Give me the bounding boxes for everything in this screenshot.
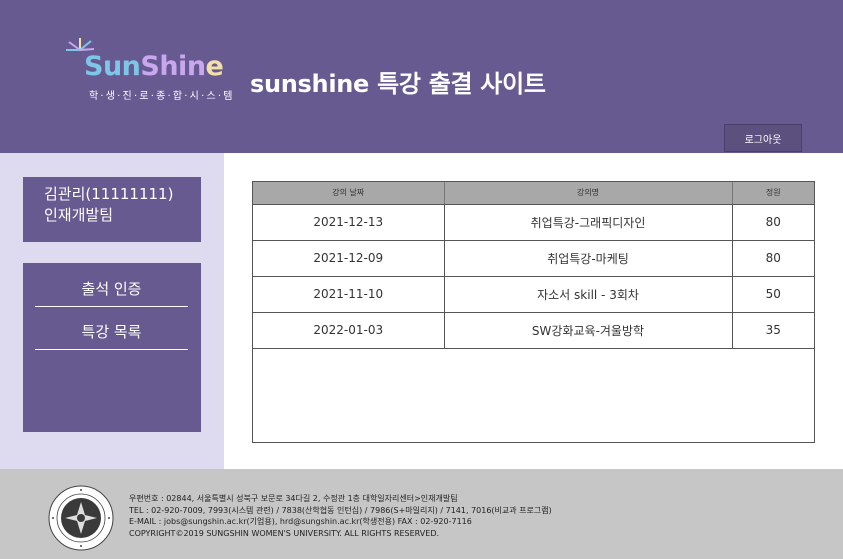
footer-info: 우편번호 : 02844, 서울특별시 성북구 보문로 34다길 2, 수정관 … [129, 493, 552, 539]
lecture-date: 2022-01-03 [253, 312, 445, 349]
university-seal-icon [48, 485, 114, 551]
sidebar-item-lecture-list[interactable]: 특강 목록 [35, 314, 188, 350]
logo-subtitle: 학·생·진·로·종·합·시·스·템 [89, 91, 235, 102]
logout-button[interactable]: 로그아웃 [724, 124, 802, 152]
table-row[interactable]: 2022-01-03 SW강화교육-겨울방학 35 [253, 312, 814, 349]
lecture-table-container: 강의 날짜 강의명 정원 2021-12-13 취업특강-그래픽디자인 80 2… [252, 181, 815, 443]
lecture-capacity: 80 [732, 204, 814, 241]
lecture-table: 강의 날짜 강의명 정원 2021-12-13 취업특강-그래픽디자인 80 2… [253, 182, 814, 349]
table-row[interactable]: 2021-11-10 자소서 skill - 3회차 50 [253, 276, 814, 313]
footer-address: 우편번호 : 02844, 서울특별시 성북구 보문로 34다길 2, 수정관 … [129, 494, 458, 503]
sidebar: 김관리(11111111) 인재개발팀 출석 인증 특강 목록 [0, 153, 224, 469]
lecture-date: 2021-11-10 [253, 276, 445, 313]
main-content: 강의 날짜 강의명 정원 2021-12-13 취업특강-그래픽디자인 80 2… [224, 153, 843, 469]
lecture-name[interactable]: 취업특강-그래픽디자인 [444, 204, 733, 241]
site-footer: 우편번호 : 02844, 서울특별시 성북구 보문로 34다길 2, 수정관 … [0, 469, 843, 559]
lecture-name[interactable]: 자소서 skill - 3회차 [444, 276, 733, 313]
sunshine-logo[interactable]: SunShine 학·생·진·로·종·합·시·스·템 [60, 36, 232, 106]
footer-copyright: COPYRIGHT©2019 SUNGSHIN WOMEN'S UNIVERSI… [129, 528, 440, 538]
column-header-date: 강의 날짜 [253, 182, 445, 205]
page-title: sunshine 특강 출결 사이트 [250, 70, 546, 98]
sidebar-menu: 출석 인증 특강 목록 [23, 263, 201, 432]
table-header-row: 강의 날짜 강의명 정원 [253, 182, 814, 205]
logo-wordmark: SunShine [84, 51, 224, 82]
lecture-capacity: 35 [732, 312, 814, 349]
lecture-date: 2021-12-13 [253, 204, 445, 241]
sidebar-item-attendance[interactable]: 출석 인증 [35, 271, 188, 307]
lecture-name[interactable]: SW강화교육-겨울방학 [444, 312, 733, 349]
footer-phone: TEL : 02-920-7009, 7993(시스템 관련) / 7838(산… [129, 505, 552, 515]
user-info-box: 김관리(11111111) 인재개발팀 [23, 177, 201, 242]
user-department: 인재개발팀 [44, 206, 114, 224]
lecture-capacity: 50 [732, 276, 814, 313]
site-header: SunShine 학·생·진·로·종·합·시·스·템 sunshine 특강 출… [0, 0, 843, 153]
column-header-name: 강의명 [444, 182, 733, 205]
table-row[interactable]: 2021-12-13 취업특강-그래픽디자인 80 [253, 204, 814, 241]
user-name-id: 김관리(11111111) [44, 185, 174, 203]
lecture-name[interactable]: 취업특강-마케팅 [444, 240, 733, 277]
table-row[interactable]: 2021-12-09 취업특강-마케팅 80 [253, 240, 814, 277]
lecture-capacity: 80 [732, 240, 814, 277]
column-header-capacity: 정원 [732, 182, 814, 205]
footer-email: E-MAIL : jobs@sungshin.ac.kr(기업용), hrd@s… [129, 517, 472, 526]
lecture-date: 2021-12-09 [253, 240, 445, 277]
